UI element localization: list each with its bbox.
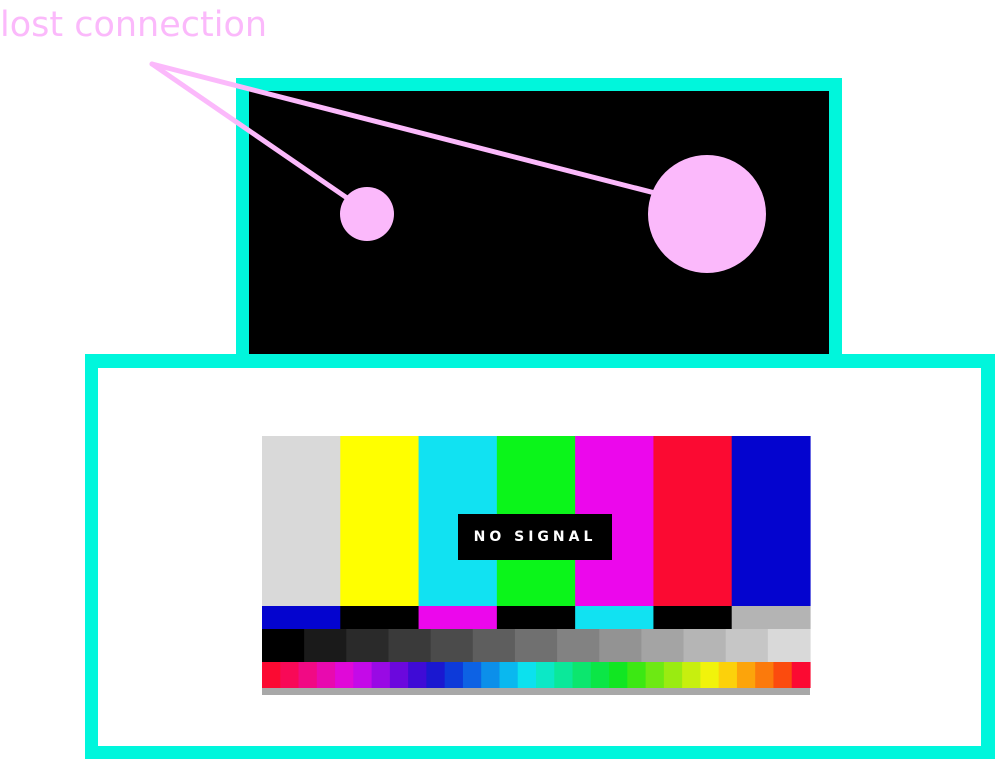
castellation-block	[418, 606, 498, 629]
spectrum-step	[389, 662, 409, 688]
spectrum-step	[353, 662, 373, 688]
spectrum-step	[791, 662, 811, 688]
no-signal-badge: NO SIGNAL	[458, 514, 612, 560]
grayscale-step	[557, 629, 600, 662]
spectrum-step	[444, 662, 464, 688]
spectrum-step	[335, 662, 354, 688]
spectrum-step	[572, 662, 592, 688]
spectrum-step	[481, 662, 501, 688]
lost-connection-diagram: lost connection NO SIGNAL	[0, 0, 995, 759]
spectrum-step	[773, 662, 793, 688]
castellation-block	[496, 606, 576, 629]
color-bar	[653, 436, 733, 606]
spectrum-step	[609, 662, 628, 688]
grayscale-step	[683, 629, 727, 662]
spectrum-step	[298, 662, 318, 688]
spectrum-step	[280, 662, 300, 688]
spectrum-step	[590, 662, 610, 688]
grayscale-step	[725, 629, 769, 662]
spectrum-step	[408, 662, 427, 688]
pattern-base-strip	[262, 688, 810, 695]
spectrum-step	[462, 662, 482, 688]
castellation-block	[731, 606, 811, 629]
grayscale-step	[514, 629, 558, 662]
spectrum-step	[371, 662, 391, 688]
castellation-block	[575, 606, 655, 629]
grayscale-step	[262, 629, 305, 662]
spectrum-step	[554, 662, 574, 688]
castellation-block	[262, 606, 341, 629]
spectrum-step	[755, 662, 775, 688]
grayscale-step	[388, 629, 432, 662]
spectrum-step	[700, 662, 720, 688]
castellation-block	[340, 606, 420, 629]
spectrum-step	[663, 662, 683, 688]
grayscale-step	[430, 629, 474, 662]
spectrum-step	[718, 662, 738, 688]
grayscale-step	[346, 629, 390, 662]
color-bar	[340, 436, 420, 606]
diagram-canvas	[85, 61, 995, 759]
spectrum-step	[645, 662, 665, 688]
grayscale-step	[599, 629, 642, 662]
spectrum-step	[499, 662, 519, 688]
annotation-label: lost connection	[0, 5, 268, 45]
test-pattern	[262, 436, 811, 695]
color-bar	[262, 436, 341, 606]
grayscale-step	[472, 629, 516, 662]
grayscale-step	[767, 629, 811, 662]
grayscale-step	[641, 629, 685, 662]
castellation-block	[653, 606, 733, 629]
spectrum-step	[517, 662, 537, 688]
spectrum-step	[682, 662, 701, 688]
small-spot	[340, 187, 394, 241]
large-spot	[648, 155, 766, 273]
spectrum-step	[627, 662, 647, 688]
spectrum-step	[536, 662, 555, 688]
spectrum-step	[426, 662, 446, 688]
spectrum-step	[316, 662, 336, 688]
color-bar	[731, 436, 811, 606]
spectrum-step	[262, 662, 281, 688]
spectrum-step	[736, 662, 756, 688]
grayscale-step	[304, 629, 347, 662]
